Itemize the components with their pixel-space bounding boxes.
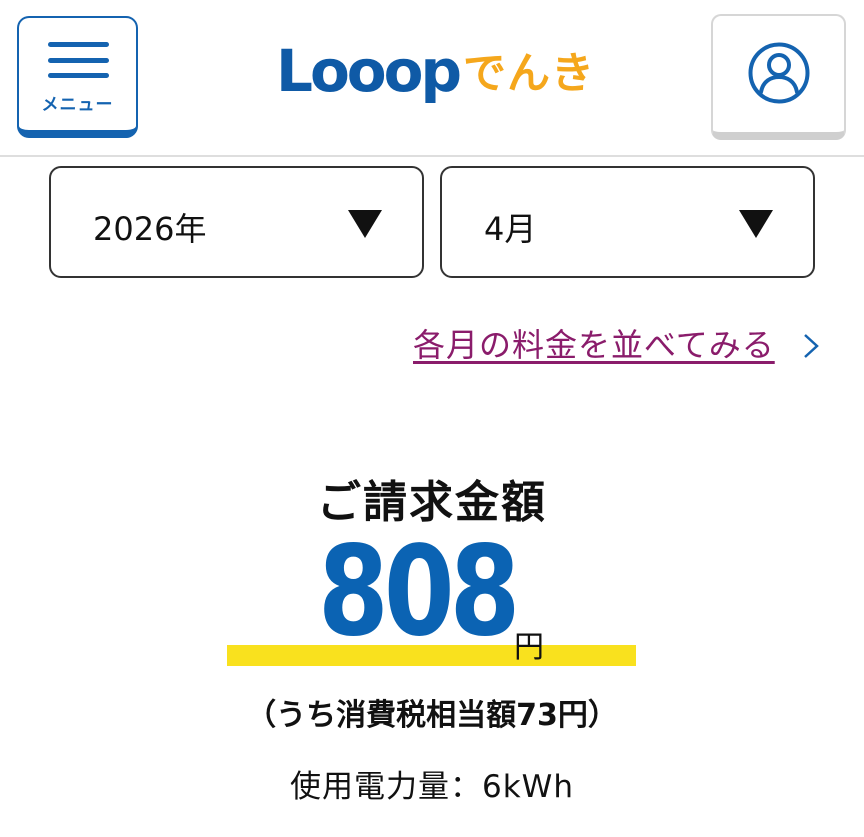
looop-denki-logo[interactable]: Looop でんき <box>276 40 595 102</box>
menu-button-label: メニュー <box>41 95 114 115</box>
logo-latin-text: Looop <box>276 37 462 105</box>
hamburger-icon <box>48 42 109 78</box>
triangle-down-icon <box>739 210 773 238</box>
year-select[interactable]: 2026年 <box>49 166 424 278</box>
user-icon <box>748 42 810 104</box>
month-select[interactable]: 4月 <box>440 166 815 278</box>
triangle-down-icon <box>348 210 382 238</box>
month-select-value: 4月 <box>484 210 537 248</box>
power-usage: 使用電力量：6kWh <box>290 769 574 805</box>
chevron-right-icon[interactable] <box>803 333 819 359</box>
app-header: メニュー Looop でんき <box>0 0 864 157</box>
currency-unit: 円 <box>514 630 544 665</box>
menu-button[interactable]: メニュー <box>17 16 138 138</box>
compare-monthly-fees-link[interactable]: 各月の料金を並べてみる <box>413 320 775 366</box>
year-select-value: 2026年 <box>93 210 207 248</box>
billing-amount-value: 808 <box>318 520 520 664</box>
logo-jp-text: でんき <box>463 49 596 99</box>
tax-note: （うち消費税相当額73円） <box>246 698 618 733</box>
account-button[interactable] <box>711 14 846 140</box>
billing-page: メニュー Looop でんき 2026年 4月 各月の料金を並べてみる ご請求金… <box>0 0 864 837</box>
